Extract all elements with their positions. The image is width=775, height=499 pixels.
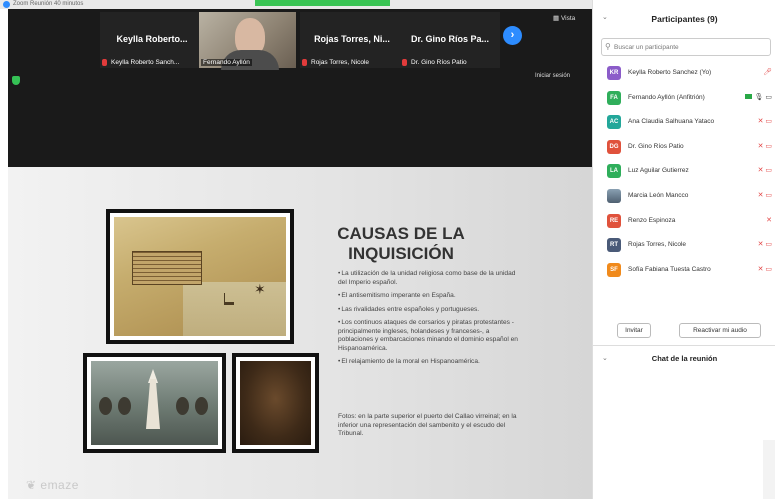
compass-icon: ✶ bbox=[254, 281, 266, 297]
participants-title: Participantes (9) bbox=[651, 14, 718, 24]
mic-video-off-icon[interactable]: ✕ ▭ bbox=[758, 240, 772, 248]
participant-search: ⚲ bbox=[601, 38, 771, 56]
participant-row[interactable]: LA Luz Aguilar Gutierrez ✕ ▭ bbox=[593, 160, 775, 185]
avatar: SF bbox=[607, 262, 621, 277]
mic-muted-icon bbox=[302, 58, 307, 66]
participant-row[interactable]: AC Ana Claudia Salhuana Yataco ✕ ▭ bbox=[593, 111, 775, 136]
callao-map-image: ✶ bbox=[114, 217, 286, 336]
screen-share-indicator-bar bbox=[255, 0, 390, 6]
participant-name: Keylla Roberto Sanchez (Yo) bbox=[628, 69, 712, 76]
mic-video-off-icon[interactable]: ✕ ▭ bbox=[758, 166, 772, 174]
security-shield-icon[interactable] bbox=[12, 76, 20, 85]
next-page-button[interactable]: › bbox=[503, 26, 522, 45]
participant-name: Luz Aguilar Gutierrez bbox=[628, 167, 689, 175]
participant-name: Marcia León Mancco bbox=[628, 191, 689, 199]
tribunal-shield-image bbox=[240, 361, 311, 445]
participants-header: ⌄ Participantes (9) bbox=[593, 8, 775, 30]
slide-bullets: La utilización de la unidad religiosa co… bbox=[338, 270, 520, 372]
shared-slide: ✶ CAUSAS DE LA INQUISICIÓN La utilizació… bbox=[8, 167, 592, 499]
mic-video-off-icon[interactable]: ✕ ▭ bbox=[758, 265, 772, 273]
chat-header[interactable]: ⌄ Chat de la reunión bbox=[593, 352, 775, 368]
participant-row[interactable]: FA Fernando Ayllón (Anfitrión) 🎙︎ ▭ bbox=[593, 87, 775, 112]
tile-name: Dr. Gino Ríos Pa... bbox=[410, 34, 490, 44]
sambenito-photo bbox=[91, 361, 218, 445]
avatar: DG bbox=[607, 139, 621, 154]
mic-muted-icon[interactable]: ✕ bbox=[766, 216, 772, 224]
avatar: LA bbox=[607, 164, 621, 179]
mic-video-off-icon[interactable]: ✕ ▭ bbox=[758, 191, 772, 199]
participant-row[interactable]: RE Renzo Espinoza ✕ bbox=[593, 210, 775, 235]
screen-share-icon bbox=[744, 93, 752, 99]
tribunal-shield-frame bbox=[232, 353, 319, 453]
avatar: KR bbox=[607, 66, 621, 80]
search-icon: ⚲ bbox=[605, 42, 611, 51]
scrollbar[interactable] bbox=[763, 440, 775, 499]
participant-row[interactable]: KR Keylla Roberto Sanchez (Yo) 🎤︎ bbox=[593, 62, 775, 87]
tile-label: Keylla Roberto Sanch... bbox=[102, 58, 179, 66]
mic-video-off-icon[interactable]: ✕ ▭ bbox=[758, 142, 772, 150]
host-media-icons[interactable]: 🎙︎ ▭ bbox=[744, 93, 772, 101]
participant-name: Rojas Torres, Nicole bbox=[628, 241, 687, 249]
bullet-item: El antisemitismo imperante en España. bbox=[338, 292, 520, 301]
participant-list: KR Keylla Roberto Sanchez (Yo) 🎤︎ FA Fer… bbox=[593, 62, 775, 283]
tile-name: Keylla Roberto... bbox=[116, 34, 188, 44]
participant-row[interactable]: RT Rojas Torres, Nicole ✕ ▭ bbox=[593, 234, 775, 259]
ship-icon bbox=[224, 293, 234, 305]
window-title: Zoom Reunión 40 minutos bbox=[13, 1, 84, 7]
unmute-button[interactable]: Reactivar mi audio bbox=[679, 323, 761, 338]
participant-name: Dr. Gino Ríos Patio bbox=[628, 142, 684, 150]
participant-name: Ana Claudia Salhuana Yataco bbox=[628, 118, 715, 126]
sambenito-photo-frame bbox=[83, 353, 226, 453]
signin-button[interactable]: Iniciar sesión bbox=[535, 73, 570, 79]
participant-search-input[interactable] bbox=[614, 41, 764, 54]
participant-name: Sofía Fabiana Tuesta Castro bbox=[628, 265, 711, 273]
zoom-app-icon bbox=[3, 1, 10, 8]
emaze-logo: ❦ emaze bbox=[26, 478, 79, 492]
mic-muted-icon bbox=[102, 58, 107, 66]
tile-name: Rojas Torres, Ni... bbox=[314, 34, 390, 44]
participant-name: Fernando Ayllón (Anfitrión) bbox=[628, 93, 705, 101]
avatar: RE bbox=[607, 213, 621, 228]
participant-tile[interactable]: Keylla Roberto... Keylla Roberto Sanch..… bbox=[100, 12, 204, 68]
invite-button[interactable]: Invitar bbox=[617, 323, 651, 338]
grid-icon: ▦ bbox=[553, 15, 561, 22]
avatar: RT bbox=[607, 238, 621, 253]
participant-name: Renzo Espinoza bbox=[628, 216, 676, 224]
tile-label: Dr. Gino Ríos Patio bbox=[402, 58, 467, 66]
video-strip: Keylla Roberto... Keylla Roberto Sanch..… bbox=[8, 9, 592, 167]
avatar: AC bbox=[607, 115, 621, 130]
slide-title: CAUSAS DE LA INQUISICIÓN bbox=[337, 224, 465, 263]
avatar: FA bbox=[607, 90, 621, 105]
participant-row[interactable]: Marcia León Mancco ✕ ▭ bbox=[593, 185, 775, 210]
tile-label: Fernando Ayllón bbox=[201, 59, 252, 66]
slide-caption: Fotos: en la parte superior el puerto de… bbox=[338, 413, 517, 437]
participants-panel: ⌄ Participantes (9) ⚲ KR Keylla Roberto … bbox=[592, 0, 775, 499]
emaze-logo-icon: ❦ bbox=[26, 478, 41, 492]
mic-video-off-icon[interactable]: ✕ ▭ bbox=[758, 117, 772, 125]
chat-title: Chat de la reunión bbox=[651, 354, 718, 363]
mic-muted-icon bbox=[402, 58, 407, 66]
participant-row[interactable]: DG Dr. Gino Ríos Patio ✕ ▭ bbox=[593, 136, 775, 161]
bullet-item: Las rivalidades entre españoles y portug… bbox=[338, 306, 520, 315]
window-titlebar: Zoom Reunión 40 minutos bbox=[0, 0, 592, 9]
bullet-item: La utilización de la unidad religiosa co… bbox=[338, 270, 520, 287]
tile-label: Rojas Torres, Nicole bbox=[302, 58, 369, 66]
bullet-item: El relajamiento de la moral en Hispanoam… bbox=[338, 358, 520, 367]
participant-row[interactable]: SF Sofía Fabiana Tuesta Castro ✕ ▭ bbox=[593, 259, 775, 284]
avatar-photo bbox=[607, 188, 621, 203]
meeting-area: Keylla Roberto... Keylla Roberto Sanch..… bbox=[8, 9, 592, 499]
mic-muted-icon[interactable]: 🎤︎ bbox=[763, 68, 772, 76]
bullet-item: Los continuos ataques de corsarios y pir… bbox=[338, 319, 520, 353]
panel-divider bbox=[593, 345, 775, 346]
participant-tile-video[interactable]: Fernando Ayllón bbox=[199, 12, 296, 70]
view-button[interactable]: ▦ Vista bbox=[553, 14, 575, 22]
participant-tile[interactable]: Rojas Torres, Ni... Rojas Torres, Nicole bbox=[300, 12, 404, 68]
participant-tile[interactable]: Dr. Gino Ríos Pa... Dr. Gino Ríos Patio bbox=[400, 12, 500, 68]
callao-map-frame: ✶ bbox=[106, 209, 294, 344]
